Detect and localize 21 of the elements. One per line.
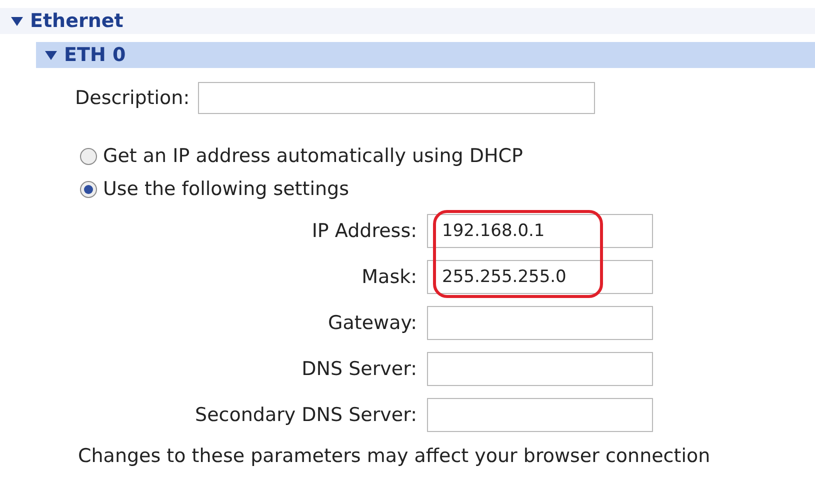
field-label: Mask: — [360, 264, 418, 290]
radio-button[interactable] — [80, 148, 97, 165]
input-field[interactable] — [427, 398, 653, 432]
radio-button[interactable] — [80, 181, 97, 198]
field-label: Gateway: — [327, 310, 418, 336]
section-header[interactable]: Ethernet — [0, 8, 815, 34]
field-label: DNS Server: — [300, 356, 418, 382]
description-label: Description: — [75, 86, 190, 111]
subsection-title: ETH 0 — [64, 42, 126, 68]
field-label: IP Address: — [310, 218, 418, 244]
radio-label: Use the following settings — [103, 177, 349, 202]
description-field[interactable] — [198, 82, 595, 114]
input-field[interactable]: 255.255.255.0 — [427, 260, 653, 294]
field-label: Secondary DNS Server: — [194, 402, 418, 428]
input-field[interactable] — [427, 352, 653, 386]
radio-label: Get an IP address automatically using DHCP — [103, 144, 523, 170]
input-field[interactable]: 192.168.0.1 — [427, 214, 653, 248]
subsection-header[interactable]: ETH 0 — [36, 42, 815, 68]
section-title: Ethernet — [30, 8, 124, 34]
warning-note: Changes to these parameters may affect your browser connection — [78, 445, 710, 467]
input-field[interactable] — [427, 306, 653, 340]
